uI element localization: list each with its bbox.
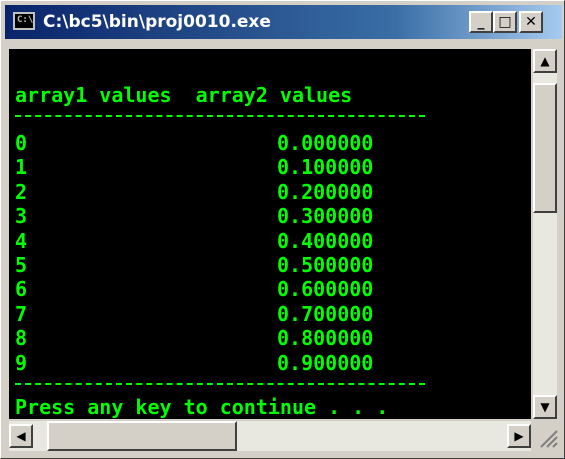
- array1-value: 7: [15, 301, 28, 326]
- title-bar[interactable]: C:\ C:\bc5\bin\proj0010.exe _ □ ✕: [5, 5, 562, 39]
- scroll-left-button[interactable]: ◀: [9, 424, 33, 448]
- console-output[interactable]: array1 values array2 values 0 0.000000 1 0.…: [9, 49, 531, 419]
- maximize-button[interactable]: □: [493, 11, 517, 33]
- array2-value: 0.900000: [277, 350, 374, 375]
- console-app-icon[interactable]: C:\: [13, 12, 35, 30]
- array2-value: 0.200000: [277, 179, 374, 204]
- array1-value: 3: [15, 204, 28, 229]
- close-button[interactable]: ✕: [519, 11, 543, 33]
- scroll-down-button[interactable]: ▼: [533, 395, 557, 419]
- array2-value: 0.800000: [277, 326, 374, 351]
- footer-separator: [15, 383, 425, 385]
- minimize-button[interactable]: _: [469, 11, 493, 33]
- array2-value: 0.500000: [277, 253, 374, 277]
- array1-value: 9: [15, 350, 28, 375]
- vertical-scrollbar[interactable]: ▲ ▼: [533, 49, 557, 419]
- array2-value: 0.100000: [277, 155, 374, 180]
- continue-prompt: Press any key to continue . . .: [15, 395, 389, 419]
- array1-value: 1: [15, 155, 28, 180]
- column-header: array1 values array2 values: [15, 83, 353, 107]
- array1-value: 0: [15, 131, 28, 155]
- array1-value: 5: [15, 253, 28, 277]
- grip-lines-icon: [540, 430, 558, 448]
- array2-value: 0.600000: [277, 277, 374, 302]
- console-window: C:\ C:\bc5\bin\proj0010.exe _ □ ✕ array1…: [0, 0, 565, 459]
- array1-value: 8: [15, 326, 28, 351]
- resize-grip-icon[interactable]: [533, 421, 559, 451]
- horizontal-scrollbar[interactable]: ◀ ▶: [9, 421, 531, 451]
- window-title: C:\bc5\bin\proj0010.exe: [43, 12, 271, 32]
- array2-value: 0.400000: [277, 228, 374, 253]
- horizontal-scroll-thumb[interactable]: [47, 421, 237, 451]
- array1-value: 6: [15, 277, 28, 302]
- array2-value: 0.300000: [277, 204, 374, 229]
- vertical-scroll-thumb[interactable]: [533, 83, 557, 213]
- header-separator: [15, 115, 425, 117]
- array1-value: 2: [15, 179, 28, 204]
- app-icon-text: C:\: [17, 15, 34, 25]
- scroll-up-button[interactable]: ▲: [533, 49, 557, 73]
- array2-value: 0.000000: [277, 131, 374, 155]
- array2-value: 0.700000: [277, 301, 374, 326]
- scroll-right-button[interactable]: ▶: [507, 424, 531, 448]
- array1-value: 4: [15, 228, 28, 253]
